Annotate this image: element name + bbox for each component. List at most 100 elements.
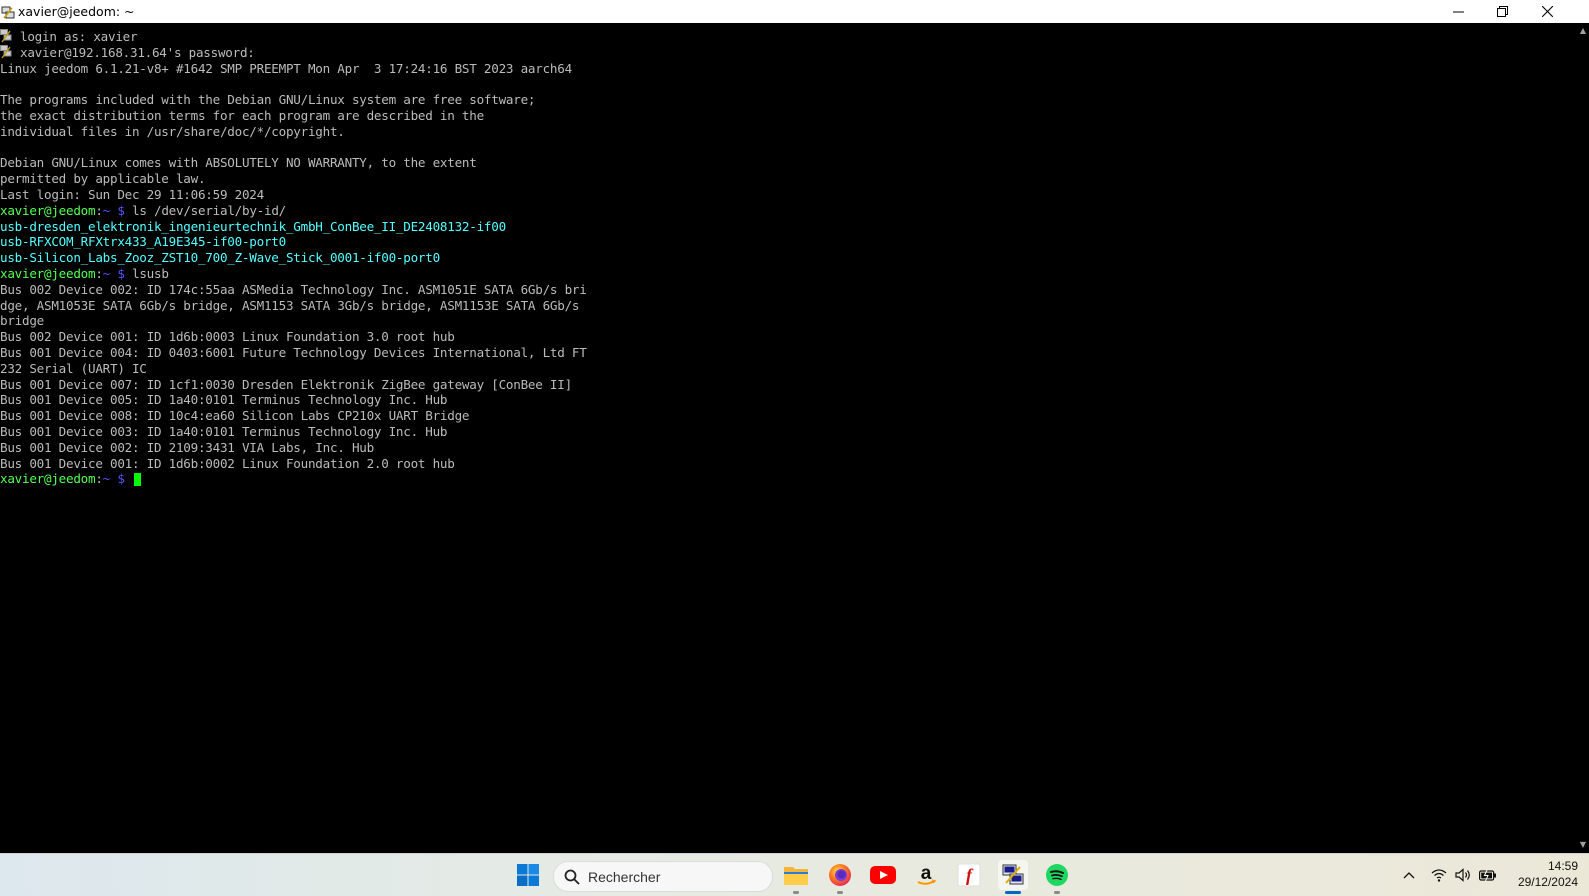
battery-icon[interactable] [1478,854,1498,896]
terminal-line: permitted by applicable law. [0,171,206,187]
terminal-line: dge, ASM1053E SATA 6Gb/s bridge, ASM1153… [0,298,579,314]
terminal-scrollbar[interactable]: ▲ ▼ [1577,23,1589,853]
chevron-up-icon[interactable] [1399,854,1419,896]
terminal-line: Bus 001 Device 008: ID 10c4:ea60 Silicon… [0,408,470,424]
minimize-icon [1452,11,1464,13]
restore-icon [1496,6,1508,17]
terminal-line: the exact distribution terms for each pr… [0,108,484,124]
terminal-text: 232 Serial (UART) IC [0,360,147,376]
prompt-user-host: xavier@jeedom [0,471,96,487]
clock-time: 14:59 [1547,859,1578,873]
prompt-user-host: xavier@jeedom [0,202,96,218]
terminal-line: individual files in /usr/share/doc/*/cop… [0,124,345,140]
serial-device-name: usb-dresden_elektronik_ingenieurtechnik_… [0,218,506,234]
search-icon [564,869,580,885]
terminal-text: : [95,471,103,487]
terminal-line: xavier@192.168.31.64's password: [0,44,255,61]
terminal-text: ls /dev/serial/by-id/ [124,202,286,218]
file-explorer-icon[interactable] [781,860,811,894]
firefox-icon[interactable] [825,860,855,894]
search-placeholder: Rechercher [588,868,661,885]
terminal-line: Bus 002 Device 002: ID 174c:55aa ASMedia… [0,282,587,298]
window-titlebar[interactable]: xavier@jeedom: ~ [0,0,1589,23]
window-title: xavier@jeedom: ~ [18,4,135,19]
terminal-text: Bus 001 Device 008: ID 10c4:ea60 Silicon… [0,408,470,424]
terminal-line: Bus 001 Device 005: ID 1a40:0101 Terminu… [0,392,448,408]
terminal-output[interactable]: login as: xavier xavier@192.168.31.64's p… [0,23,1577,853]
running-indicator [837,891,843,894]
terminal-text: individual files in /usr/share/doc/*/cop… [0,123,345,139]
terminal-text: Linux jeedom 6.1.21-v8+ #1642 SMP PREEMP… [0,60,572,76]
terminal-line: Bus 002 Device 001: ID 1d6b:0003 Linux F… [0,329,455,345]
youtube-icon[interactable] [868,860,898,890]
active-indicator [1005,891,1021,894]
terminal-text: the exact distribution terms for each pr… [0,108,484,123]
prompt-path: ~ $ [102,266,125,281]
prompt-user-host: xavier@jeedom [0,266,96,281]
terminal-text: dge, ASM1053E SATA 6Gb/s bridge, ASM1153… [0,297,580,313]
terminal-text: Bus 001 Device 003: ID 1a40:0101 Terminu… [0,424,448,439]
terminal-line: The programs included with the Debian GN… [0,92,536,108]
terminal-line: Last login: Sun Dec 29 11:06:59 2024 [0,187,264,203]
terminal-text: Last login: Sun Dec 29 11:06:59 2024 [0,187,264,202]
close-button[interactable] [1525,0,1569,23]
restore-button[interactable] [1480,0,1524,23]
terminal-text: : [95,202,103,218]
terminal-text: Bus 001 Device 007: ID 1cf1:0030 Dresden… [0,376,572,392]
scroll-down-arrow-icon[interactable]: ▼ [1577,839,1589,851]
windows-start-icon[interactable] [513,860,543,890]
terminal-line: bridge [0,313,44,329]
taskbar-search[interactable]: Rechercher [553,861,773,892]
putty-icon[interactable] [1,5,15,19]
amazon-icon[interactable]: a [911,860,941,890]
minimize-button[interactable] [1436,0,1480,23]
terminal-cursor [134,473,142,487]
taskbar: Rechercher a f 14:59 29/12/2024 [0,853,1589,896]
prompt-path: ~ $ [102,471,125,487]
terminal-text: xavier@192.168.31.64's password: [20,44,255,60]
terminal-text: login as: xavier [20,29,138,44]
putty-taskbar-icon[interactable] [998,860,1028,894]
putty-icon [0,29,14,43]
terminal-line: usb-dresden_elektronik_ingenieurtechnik_… [0,219,506,235]
terminal-text: lsusb [124,266,169,281]
terminal-line: Bus 001 Device 002: ID 2109:3431 VIA Lab… [0,440,374,456]
terminal-line: xavier@jeedom:~ $ ls /dev/serial/by-id/ [0,203,286,219]
clock-date: 29/12/2024 [1517,875,1578,889]
svg-text:a: a [921,863,932,884]
terminal-line: Linux jeedom 6.1.21-v8+ #1642 SMP PREEMP… [0,61,572,77]
terminal-line: xavier@jeedom:~ $ [0,471,142,487]
terminal-line: login as: xavier [0,29,138,45]
terminal-text: The programs included with the Debian GN… [0,92,536,108]
terminal-text: Bus 001 Device 001: ID 1d6b:0002 Linux F… [0,455,455,471]
running-indicator [1054,891,1060,894]
terminal-text: Bus 002 Device 001: ID 1d6b:0003 Linux F… [0,329,455,345]
terminal-text: permitted by applicable law. [0,171,206,187]
putty-icon [0,44,14,59]
flash-icon[interactable]: f [954,860,984,890]
terminal-line: Debian GNU/Linux comes with ABSOLUTELY N… [0,155,477,171]
terminal-text: Bus 001 Device 004: ID 0403:6001 Future … [0,345,587,360]
terminal-text: Debian GNU/Linux comes with ABSOLUTELY N… [0,155,477,171]
terminal-line: xavier@jeedom:~ $ lsusb [0,266,169,282]
terminal-text: Bus 002 Device 002: ID 174c:55aa ASMedia… [0,281,587,297]
taskbar-clock[interactable]: 14:59 29/12/2024 [1518,858,1578,890]
serial-device-name: usb-Silicon_Labs_Zooz_ZST10_700_Z-Wave_S… [0,250,440,266]
spotify-icon[interactable] [1042,860,1072,894]
scroll-up-arrow-icon[interactable]: ▲ [1577,25,1589,37]
prompt-path: ~ $ [102,202,125,218]
close-icon [1541,6,1553,17]
terminal-line: Bus 001 Device 001: ID 1d6b:0002 Linux F… [0,456,455,472]
terminal-text: Bus 001 Device 005: ID 1a40:0101 Terminu… [0,392,448,408]
terminal-line: usb-Silicon_Labs_Zooz_ZST10_700_Z-Wave_S… [0,250,440,266]
terminal-text: : [95,266,103,281]
terminal-line: 232 Serial (UART) IC [0,361,147,377]
speaker-icon[interactable] [1454,854,1472,896]
terminal-line: Bus 001 Device 007: ID 1cf1:0030 Dresden… [0,377,572,393]
wifi-icon[interactable] [1430,854,1448,896]
terminal-line: Bus 001 Device 004: ID 0403:6001 Future … [0,345,587,361]
terminal-text: bridge [0,313,44,329]
terminal-line: Bus 001 Device 003: ID 1a40:0101 Terminu… [0,424,448,440]
terminal-line: usb-RFXCOM_RFXtrx433_A19E345-if00-port0 [0,234,286,250]
